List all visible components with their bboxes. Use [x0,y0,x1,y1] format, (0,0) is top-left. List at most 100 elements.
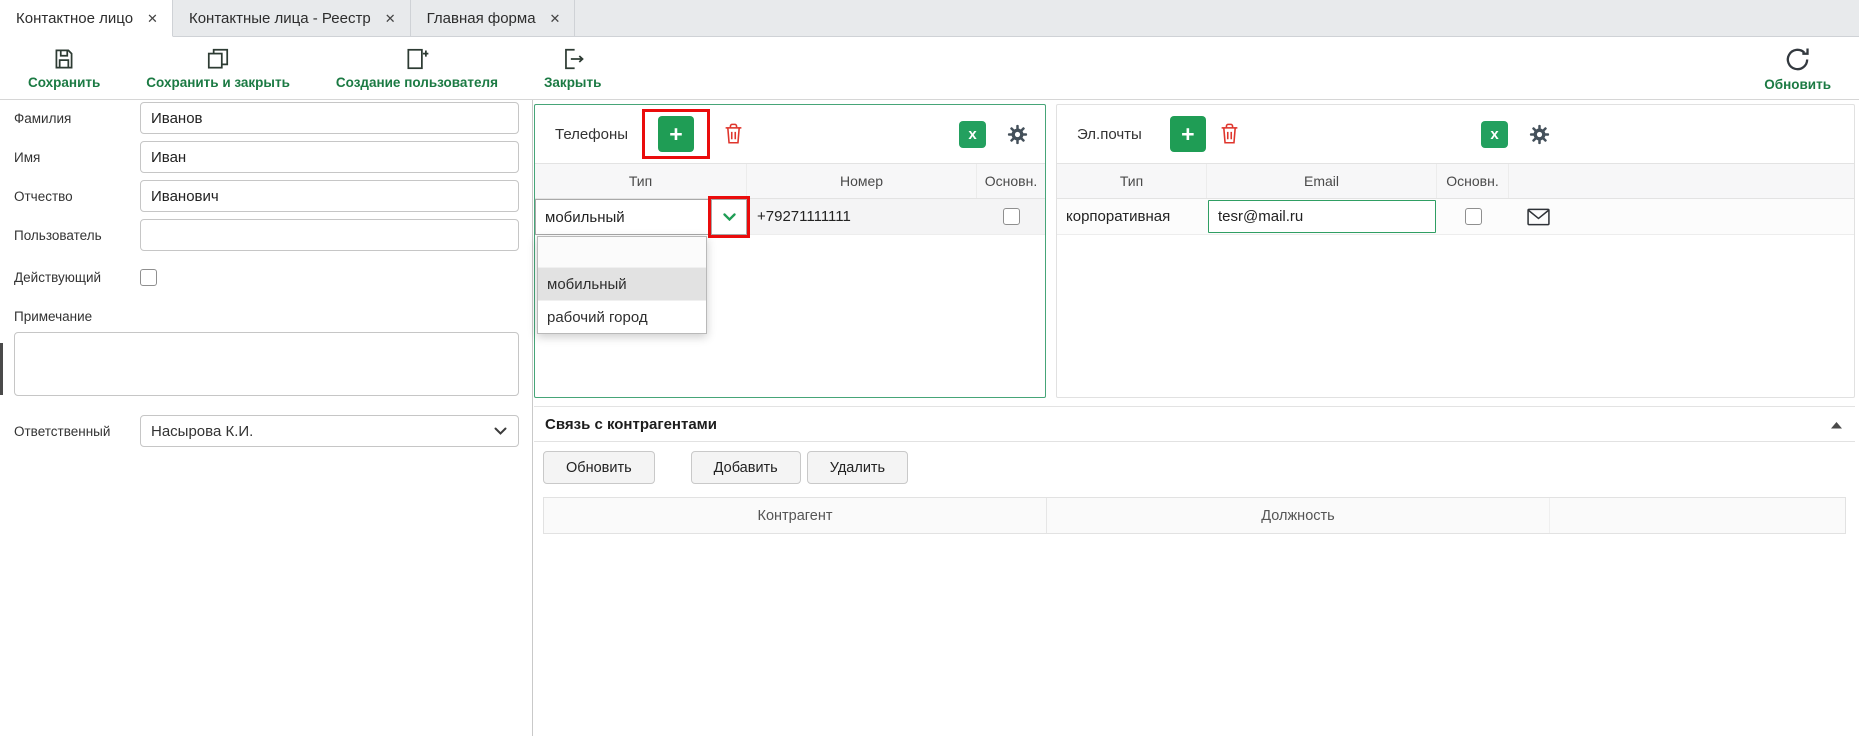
tab-close-icon[interactable]: ✕ [147,12,158,25]
save-and-close-icon [205,46,231,72]
email-main-checkbox[interactable] [1465,208,1482,225]
email-type-cell[interactable]: корпоративная [1057,208,1207,225]
save-button[interactable]: Сохранить [28,46,100,90]
counterparties-delete-button[interactable]: Удалить [807,451,908,484]
form-row: Ответственный Насырова К.И. [14,415,519,447]
add-phone-button[interactable]: + [658,116,694,152]
email-field[interactable] [1208,200,1436,233]
chevron-down-icon [494,427,507,435]
refresh-icon [1783,45,1812,74]
phone-main-checkbox[interactable] [1003,208,1020,225]
counterparties-add-button[interactable]: Добавить [691,451,801,484]
active-label: Действующий [14,270,140,285]
dropdown-option-empty[interactable] [538,237,706,267]
surname-field[interactable] [140,102,519,134]
name-label: Имя [14,150,140,165]
chevron-down-icon [723,213,736,221]
column-header-counterparty[interactable]: Контрагент [544,498,1047,533]
email-row[interactable]: корпоративная [1057,199,1854,235]
column-header-type[interactable]: Тип [1057,164,1207,198]
dropdown-option-mobile[interactable]: мобильный [538,267,706,300]
user-label: Пользователь [14,228,140,243]
column-header-main[interactable]: Основн. [977,164,1045,198]
phones-header: Телефоны + x [535,105,1045,163]
user-field[interactable] [140,219,519,251]
column-header-position[interactable]: Должность [1047,498,1550,533]
active-checkbox[interactable] [140,269,157,286]
phones-title: Телефоны [555,126,628,143]
counterparties-body: Обновить Добавить Удалить Контрагент Дол… [534,442,1855,543]
delete-phone-button[interactable] [723,122,744,146]
close-button[interactable]: Закрыть [544,46,601,90]
tab-contact-person[interactable]: Контактное лицо ✕ [0,0,173,37]
form-row: Имя [14,141,519,173]
form-row: Фамилия [14,102,519,134]
refresh-button[interactable]: Обновить [1764,45,1831,92]
email-actions-cell [1509,208,1854,226]
create-user-button[interactable]: Создание пользователя [336,46,498,90]
phone-type-dropdown-list: мобильный рабочий город [537,236,707,334]
responsible-select[interactable]: Насырова К.И. [140,415,519,447]
close-form-icon [560,46,586,72]
patronymic-field[interactable] [140,180,519,212]
phone-type-dropdown-button[interactable] [711,199,747,235]
phones-settings-button[interactable] [1006,123,1029,146]
save-icon [51,46,77,72]
form-row: Отчество [14,180,519,212]
emails-header: Эл.почты + x [1057,105,1567,163]
tab-label: Контактное лицо [16,10,133,27]
note-label: Примечание [14,309,519,324]
annotation-highlight-add-phone: + [642,109,710,159]
tab-close-icon[interactable]: ✕ [550,12,561,25]
email-main-cell [1437,208,1509,225]
vertical-scrollbar[interactable] [0,343,3,395]
column-header-actions [1509,164,1854,198]
create-user-icon [404,46,430,72]
tab-label: Главная форма [427,10,536,27]
patronymic-label: Отчество [14,189,140,204]
column-header-type[interactable]: Тип [535,164,747,198]
emails-export-excel-button[interactable]: x [1481,121,1508,148]
gear-icon [1528,123,1551,146]
phone-type-value: мобильный [535,199,711,235]
phones-table-header: Тип Номер Основн. [535,163,1045,199]
emails-settings-button[interactable] [1528,123,1551,146]
note-field[interactable] [14,332,519,396]
trash-icon [1219,122,1240,146]
column-header-email[interactable]: Email [1207,164,1437,198]
phones-export-excel-button[interactable]: x [959,121,986,148]
contact-form: Фамилия Имя Отчество Пользователь Действ… [0,100,533,736]
counterparties-refresh-button[interactable]: Обновить [543,451,655,484]
form-row: Пользователь [14,219,519,251]
add-email-button[interactable]: + [1170,116,1206,152]
envelope-icon[interactable] [1527,208,1550,226]
column-header-main[interactable]: Основн. [1437,164,1509,198]
counterparties-panel: Связь с контрагентами Обновить Добавить … [534,406,1855,736]
gear-icon [1006,123,1029,146]
counterparties-table-header: Контрагент Должность [543,497,1846,534]
dropdown-option-work-city[interactable]: рабочий город [538,300,706,333]
phone-main-cell [977,208,1045,225]
save-label: Сохранить [28,75,100,90]
tab-contacts-registry[interactable]: Контактные лица - Реестр ✕ [173,0,411,36]
phone-type-select[interactable]: мобильный [535,199,747,235]
name-field[interactable] [140,141,519,173]
emails-title: Эл.почты [1077,126,1142,143]
save-and-close-button[interactable]: Сохранить и закрыть [146,46,290,90]
tab-close-icon[interactable]: ✕ [385,12,396,25]
counterparties-header: Связь с контрагентами [534,407,1855,442]
emails-panel: Эл.почты + x [1056,104,1855,398]
surname-label: Фамилия [14,111,140,126]
tab-main-form[interactable]: Главная форма ✕ [411,0,576,36]
delete-email-button[interactable] [1219,122,1240,146]
responsible-value: Насырова К.И. [151,423,253,440]
collapse-button[interactable] [1831,416,1842,433]
phone-number-cell[interactable]: +79271111111 [747,208,977,225]
chevron-up-icon [1831,422,1842,429]
phone-row[interactable]: мобильный +79271111111 [535,199,1045,235]
emails-table-header: Тип Email Основн. [1057,163,1854,199]
column-header-number[interactable]: Номер [747,164,977,198]
counterparties-toolbar: Обновить Добавить Удалить [543,451,1846,484]
email-cell [1207,200,1437,233]
save-and-close-label: Сохранить и закрыть [146,75,290,90]
